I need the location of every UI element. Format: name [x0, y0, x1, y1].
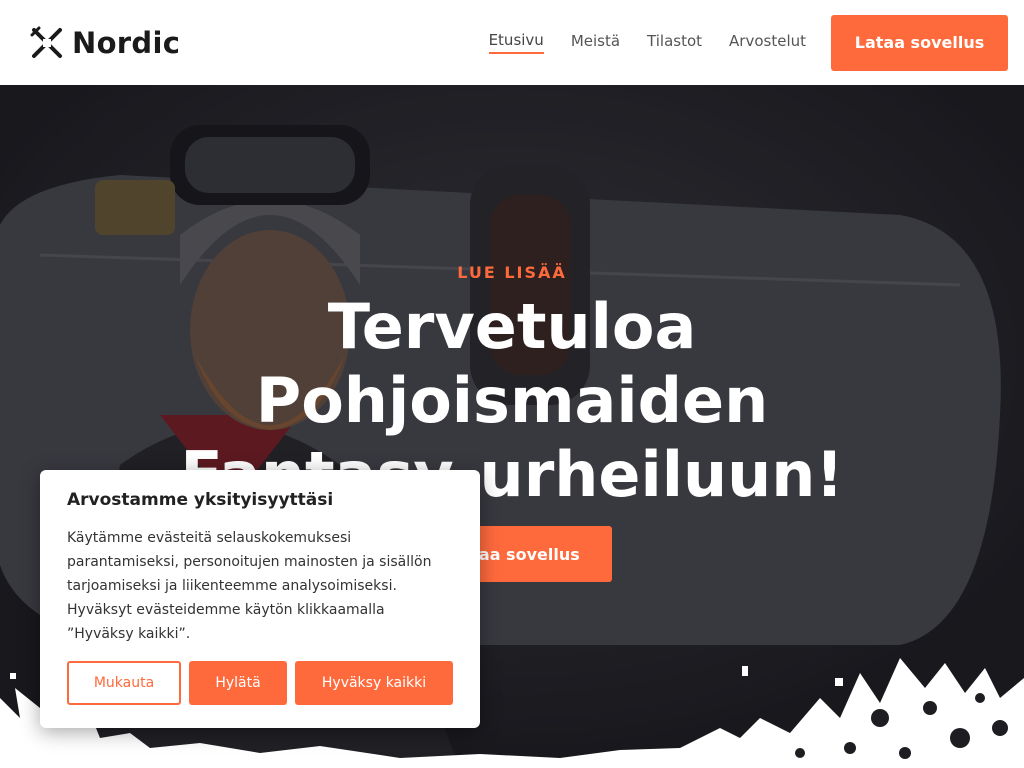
accept-all-button[interactable]: Hyväksy kaikki [295, 661, 453, 705]
brand-name: Nordic [72, 25, 181, 60]
hero-headline-line: Tervetuloa [327, 290, 697, 363]
reject-button[interactable]: Hylätä [189, 661, 287, 705]
cookie-actions: Mukauta Hylätä Hyväksy kaikki [67, 661, 453, 705]
cookie-title: Arvostamme yksityisyyttäsi [67, 490, 334, 510]
main-nav: Etusivu Meistä Tilastot Arvostelut Lataa… [488, 14, 1008, 71]
cookie-description: Käytämme evästeitä selauskokemuksesi par… [67, 530, 432, 642]
nav-item-tilastot[interactable]: Tilastot [647, 32, 702, 53]
site-header: Nordic Etusivu Meistä Tilastot Arvostelu… [0, 0, 1024, 85]
hero-headline-line: Pohjoismaiden [255, 364, 769, 437]
read-more-link[interactable]: LUE LISÄÄ [0, 263, 1024, 282]
nav-item-meista[interactable]: Meistä [571, 32, 620, 53]
brand-logo[interactable]: Nordic [30, 26, 180, 60]
cookie-consent-dialog: Arvostamme yksityisyyttäsi Käytämme eväs… [40, 470, 480, 728]
nav-item-arvostelut[interactable]: Arvostelut [729, 32, 806, 53]
crossed-skis-icon [30, 26, 62, 58]
download-app-button[interactable]: Lataa sovellus [831, 14, 1008, 71]
customize-button[interactable]: Mukauta [67, 661, 181, 705]
nav-item-etusivu[interactable]: Etusivu [488, 31, 544, 54]
